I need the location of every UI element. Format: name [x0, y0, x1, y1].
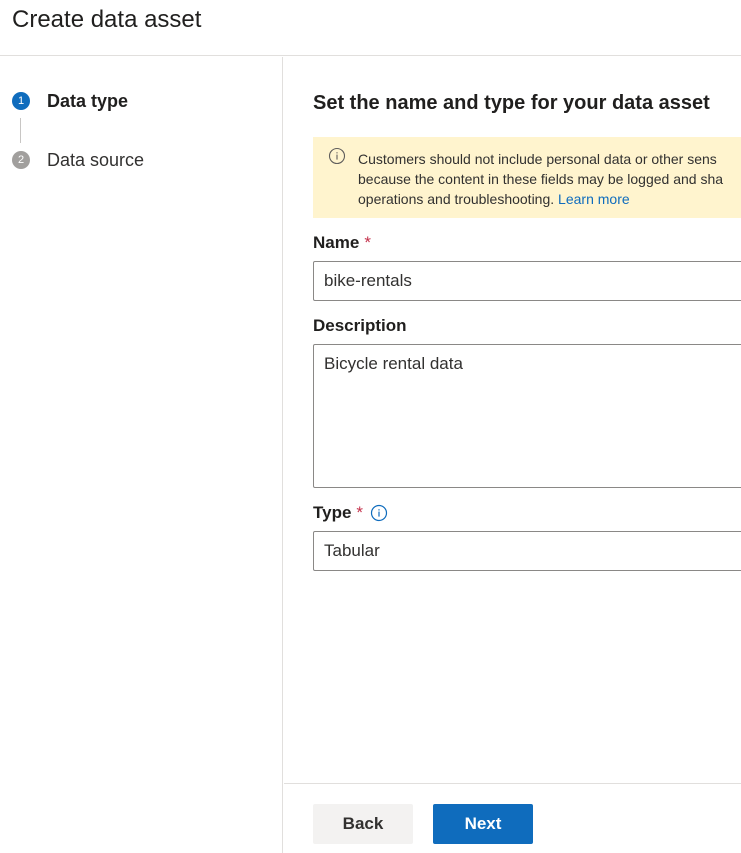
next-button[interactable]: Next: [433, 804, 533, 844]
banner-text: Customers should not include personal da…: [358, 149, 741, 209]
banner-line: Customers should not include personal da…: [358, 151, 717, 167]
step-data-type[interactable]: 1 Data type: [12, 90, 128, 112]
step-number-badge: 1: [12, 92, 30, 110]
description-textarea[interactable]: Bicycle rental data: [313, 344, 741, 488]
banner-line-text: operations and troubleshooting.: [358, 191, 555, 207]
page-title: Create data asset: [12, 6, 202, 33]
info-icon[interactable]: [370, 504, 388, 522]
required-asterisk: *: [356, 503, 364, 522]
name-label: Name *: [313, 233, 371, 253]
banner-line: operations and troubleshooting. Learn mo…: [358, 189, 741, 209]
privacy-warning-banner: Customers should not include personal da…: [313, 137, 741, 218]
back-button[interactable]: Back: [313, 804, 413, 844]
section-title: Set the name and type for your data asse…: [313, 92, 710, 114]
step-number-badge: 2: [12, 151, 30, 169]
learn-more-link[interactable]: Learn more: [558, 191, 630, 207]
wizard-steps-sidebar: 1 Data type 2 Data source: [0, 57, 283, 853]
type-label-text: Type: [313, 503, 352, 522]
type-dropdown[interactable]: Tabular: [313, 531, 741, 571]
page-header: Create data asset: [0, 0, 741, 56]
type-label: Type *: [313, 503, 388, 523]
name-label-text: Name: [313, 233, 360, 252]
description-label: Description: [313, 316, 407, 335]
create-data-asset-page: Create data asset 1 Data type 2 Data sou…: [0, 0, 741, 853]
step-label: Data source: [47, 149, 145, 170]
banner-line: because the content in these fields may …: [358, 171, 724, 187]
footer-divider: [284, 783, 741, 784]
required-asterisk: *: [364, 233, 371, 252]
step-connector: [20, 118, 21, 143]
info-icon: [328, 147, 346, 165]
step-label: Data type: [47, 90, 129, 111]
step-data-source[interactable]: 2 Data source: [12, 149, 144, 171]
main-panel: Set the name and type for your data asse…: [284, 57, 741, 853]
name-input[interactable]: bike-rentals: [313, 261, 741, 301]
